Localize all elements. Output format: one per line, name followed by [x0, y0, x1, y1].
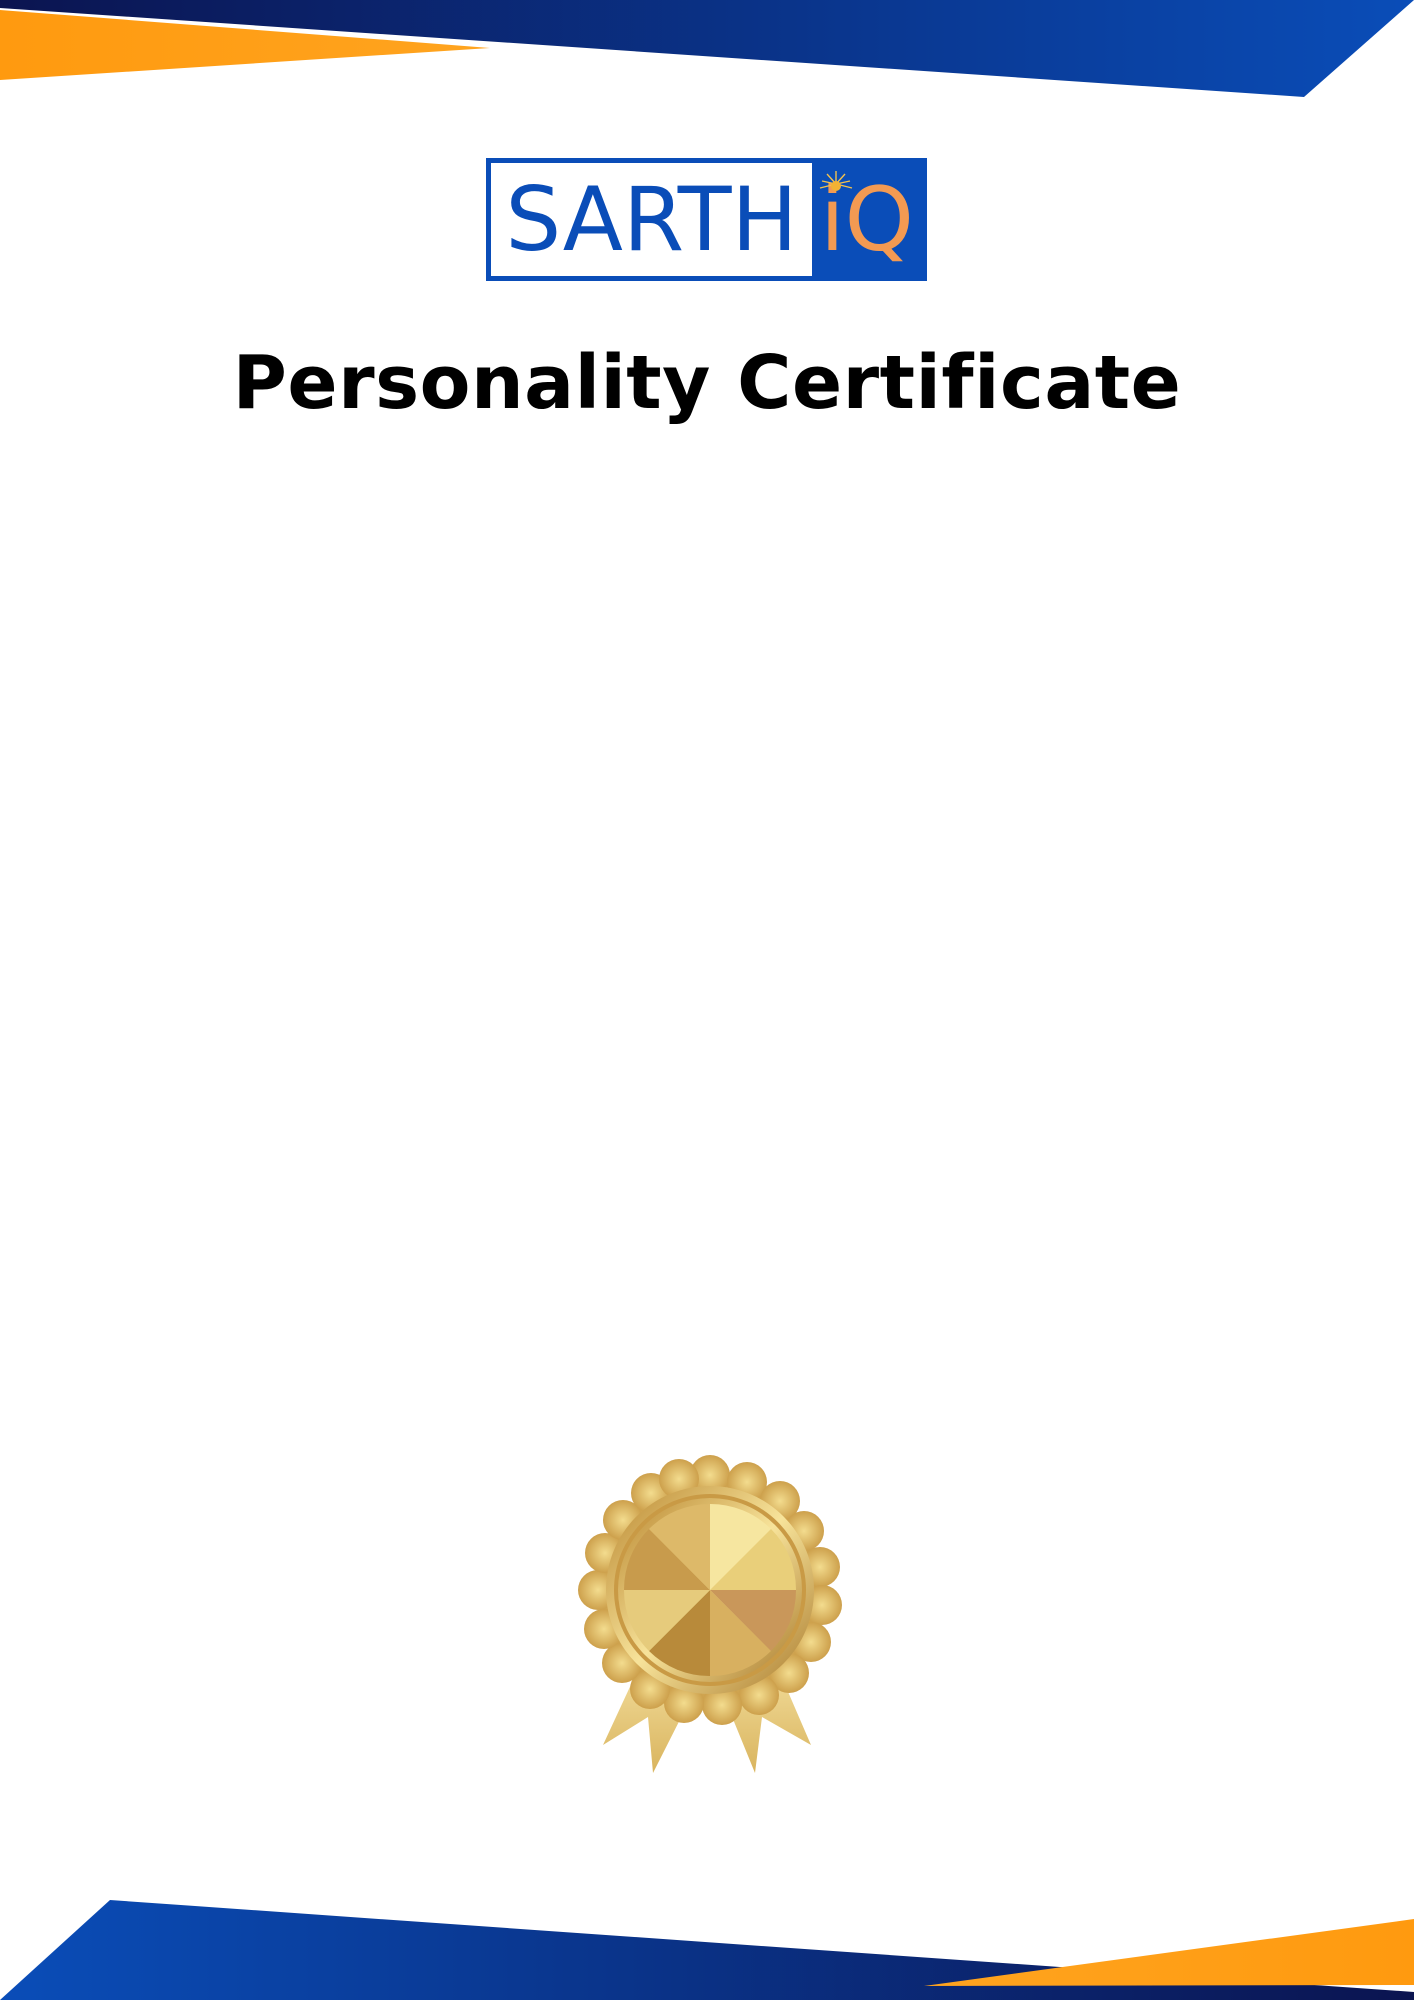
gold-medal-seal-icon [578, 1455, 842, 1773]
sun-icon [819, 171, 853, 191]
top-decorative-band [0, 0, 1414, 97]
certificate-title: Personality Certificate [232, 340, 1182, 426]
seal-center [623, 1503, 797, 1677]
sarthiq-logo: SARTH iQ [486, 158, 927, 281]
logo-text-sarth: SARTH [505, 167, 798, 271]
bottom-decorative-band [0, 1900, 1414, 2000]
logo-text-iq-block: iQ [812, 163, 922, 276]
